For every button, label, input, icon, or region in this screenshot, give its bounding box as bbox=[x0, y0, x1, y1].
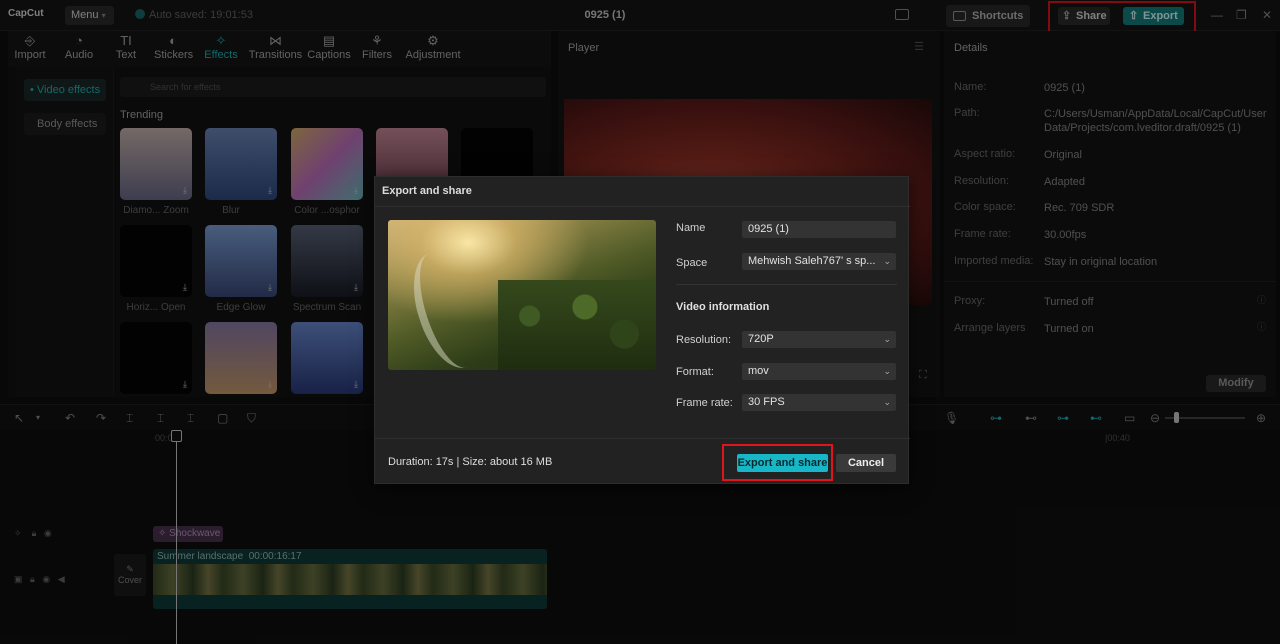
chevron-down-icon: ⌄ bbox=[883, 397, 891, 407]
chevron-down-icon: ⌄ bbox=[883, 366, 891, 376]
format-select[interactable]: mov ⌄ bbox=[742, 363, 896, 380]
export-share-dialog: Export and share Name 0925 (1) Space Meh… bbox=[374, 176, 910, 484]
name-label: Name bbox=[676, 222, 706, 234]
highlight-box bbox=[722, 444, 833, 481]
resolution-label: Resolution: bbox=[676, 334, 732, 346]
space-label: Space bbox=[676, 257, 708, 269]
video-info-title: Video information bbox=[676, 301, 770, 313]
frame-rate-select[interactable]: 30 FPS ⌄ bbox=[742, 394, 896, 411]
export-summary: Duration: 17s | Size: about 16 MB bbox=[388, 456, 553, 468]
frame-rate-label: Frame rate: bbox=[676, 397, 733, 409]
cancel-button[interactable]: Cancel bbox=[836, 454, 896, 472]
dialog-title: Export and share bbox=[382, 185, 472, 197]
chevron-down-icon: ⌄ bbox=[883, 256, 891, 266]
chevron-down-icon: ⌄ bbox=[883, 334, 891, 344]
format-label: Format: bbox=[676, 366, 714, 378]
space-select[interactable]: Mehwish Saleh767' s sp... ⌄ bbox=[742, 253, 896, 270]
divider bbox=[375, 206, 910, 207]
export-preview-image bbox=[388, 220, 656, 370]
divider bbox=[375, 438, 910, 439]
name-input[interactable]: 0925 (1) bbox=[742, 221, 896, 238]
resolution-select[interactable]: 720P ⌄ bbox=[742, 331, 896, 348]
divider bbox=[676, 284, 897, 285]
